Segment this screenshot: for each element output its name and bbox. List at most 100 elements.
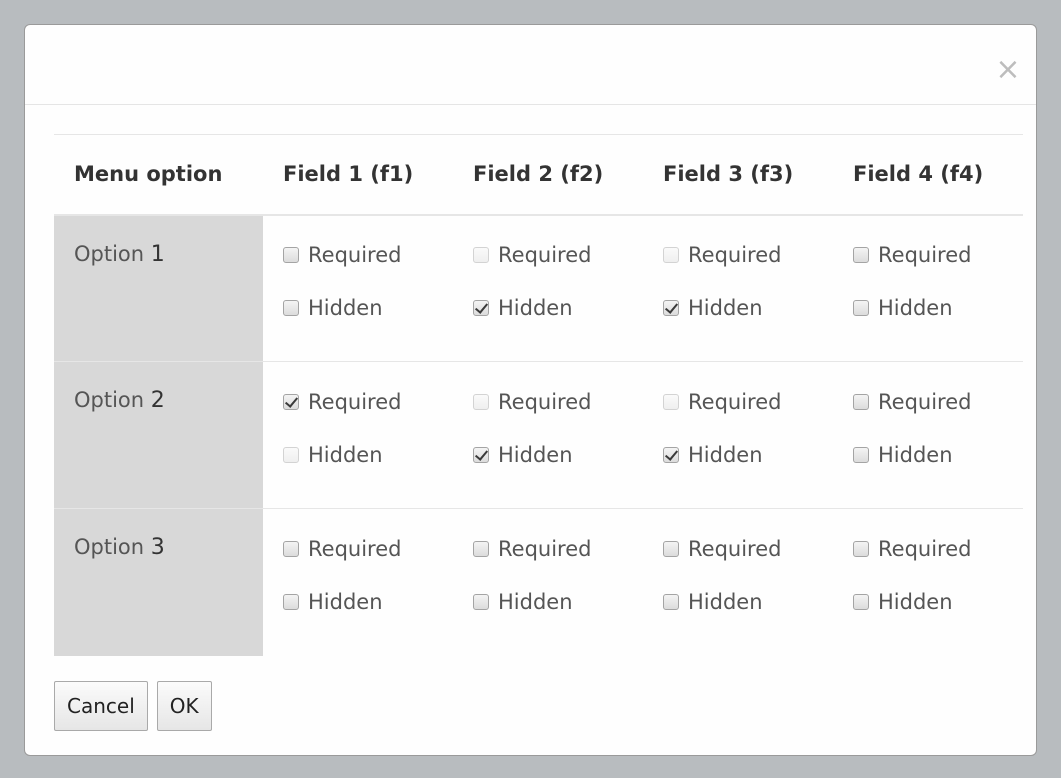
table-row: Option 3 Required Hidden Required Hidden Requ…	[54, 508, 1023, 656]
option-number: 2	[150, 388, 165, 413]
option-prefix: Option	[74, 388, 151, 412]
checkmark-icon[interactable]	[473, 300, 489, 316]
checkbox-icon	[663, 247, 679, 263]
option-number: 1	[150, 241, 165, 267]
hidden-checkbox-field-2[interactable]: Hidden	[473, 428, 643, 481]
hidden-checkbox-field-4[interactable]: Hidden	[853, 428, 1023, 481]
hidden-label: Hidden	[308, 589, 383, 614]
field-4-cell: Required Hidden	[833, 361, 1023, 509]
hidden-label: Hidden	[688, 589, 763, 614]
hidden-label: Hidden	[878, 442, 953, 467]
checkbox-icon	[663, 393, 679, 410]
checkbox-icon[interactable]	[853, 247, 869, 263]
column-header-field-4: Field 4 (f4)	[833, 134, 1023, 216]
table-body: Option 1 Required Hidden Required Hidden Requ…	[54, 214, 1023, 656]
hidden-checkbox-field-1: Hidden	[283, 428, 453, 481]
checkbox-icon[interactable]	[283, 540, 299, 557]
required-checkbox-field-4[interactable]: Required	[853, 522, 1023, 575]
checkmark-icon[interactable]	[663, 300, 679, 316]
column-header-field-2: Field 2 (f2)	[453, 134, 643, 216]
required-label: Required	[498, 243, 592, 267]
field-1-cell: Required Hidden	[263, 508, 453, 656]
required-label: Required	[308, 536, 402, 561]
option-label: Option 3	[74, 535, 263, 560]
option-prefix: Option	[74, 241, 151, 266]
hidden-checkbox-field-4[interactable]: Hidden	[853, 575, 1023, 628]
option-cell: Option 2	[54, 361, 263, 509]
option-cell: Option 1	[54, 214, 263, 362]
checkbox-icon[interactable]	[853, 446, 869, 463]
hidden-label: Hidden	[878, 296, 953, 320]
required-label: Required	[688, 389, 782, 414]
hidden-checkbox-field-1[interactable]: Hidden	[283, 575, 453, 628]
hidden-checkbox-field-3[interactable]: Hidden	[663, 575, 833, 628]
required-checkbox-field-3: Required	[663, 229, 833, 282]
hidden-label: Hidden	[308, 296, 383, 320]
field-3-cell: Required Hidden	[643, 215, 833, 362]
field-4-cell: Required Hidden	[833, 215, 1023, 362]
required-checkbox-field-1[interactable]: Required	[283, 375, 453, 428]
table-header-row: Menu option Field 1 (f1) Field 2 (f2) Fi…	[54, 134, 1023, 216]
checkbox-icon[interactable]	[853, 593, 869, 610]
checkbox-icon	[473, 247, 489, 263]
checkbox-icon[interactable]	[663, 593, 679, 610]
checkbox-icon[interactable]	[853, 393, 869, 410]
required-checkbox-field-4[interactable]: Required	[853, 375, 1023, 428]
checkbox-icon[interactable]	[853, 540, 869, 557]
field-options-table: Menu option Field 1 (f1) Field 2 (f2) Fi…	[54, 134, 1023, 656]
option-cell: Option 3	[54, 508, 263, 656]
required-checkbox-field-3[interactable]: Required	[663, 522, 833, 575]
required-label: Required	[878, 536, 972, 561]
checkbox-icon[interactable]	[473, 593, 489, 610]
required-label: Required	[498, 536, 592, 561]
close-icon[interactable]: ×	[994, 53, 1022, 87]
option-label: Option 2	[74, 388, 263, 413]
hidden-label: Hidden	[498, 442, 573, 467]
checkbox-icon[interactable]	[473, 540, 489, 557]
option-label: Option 1	[74, 242, 263, 267]
option-number: 3	[150, 535, 165, 560]
checkbox-icon[interactable]	[853, 300, 869, 316]
checkbox-icon	[473, 393, 489, 410]
field-3-cell: Required Hidden	[643, 508, 833, 656]
hidden-checkbox-field-4[interactable]: Hidden	[853, 282, 1023, 335]
checkbox-icon[interactable]	[283, 247, 299, 263]
hidden-checkbox-field-2[interactable]: Hidden	[473, 575, 643, 628]
checkmark-icon[interactable]	[473, 446, 489, 463]
required-label: Required	[878, 243, 972, 267]
table-row: Option 2 Required Hidden Required Hidden Requ…	[54, 361, 1023, 509]
required-label: Required	[688, 536, 782, 561]
required-checkbox-field-4[interactable]: Required	[853, 229, 1023, 282]
checkbox-icon[interactable]	[283, 300, 299, 316]
hidden-checkbox-field-2[interactable]: Hidden	[473, 282, 643, 335]
column-header-field-3: Field 3 (f3)	[643, 134, 833, 216]
checkbox-icon[interactable]	[283, 593, 299, 610]
required-label: Required	[498, 389, 592, 414]
field-2-cell: Required Hidden	[453, 215, 643, 362]
required-checkbox-field-2[interactable]: Required	[473, 522, 643, 575]
field-2-cell: Required Hidden	[453, 361, 643, 509]
required-checkbox-field-1[interactable]: Required	[283, 522, 453, 575]
required-label: Required	[308, 243, 402, 267]
required-checkbox-field-2: Required	[473, 375, 643, 428]
hidden-label: Hidden	[688, 442, 763, 467]
required-label: Required	[308, 389, 402, 414]
field-options-dialog: × Menu option Field 1 (f1) Field 2 (f2) …	[24, 24, 1037, 756]
hidden-checkbox-field-3[interactable]: Hidden	[663, 428, 833, 481]
hidden-label: Hidden	[688, 296, 763, 320]
checkbox-icon	[283, 446, 299, 463]
required-checkbox-field-2: Required	[473, 229, 643, 282]
required-checkbox-field-1[interactable]: Required	[283, 229, 453, 282]
checkbox-icon[interactable]	[663, 540, 679, 557]
hidden-checkbox-field-1[interactable]: Hidden	[283, 282, 453, 335]
field-1-cell: Required Hidden	[263, 215, 453, 362]
field-1-cell: Required Hidden	[263, 361, 453, 509]
cancel-button[interactable]: Cancel	[54, 681, 148, 731]
field-3-cell: Required Hidden	[643, 361, 833, 509]
field-4-cell: Required Hidden	[833, 508, 1023, 656]
ok-button[interactable]: OK	[156, 681, 212, 731]
hidden-checkbox-field-3[interactable]: Hidden	[663, 282, 833, 335]
checkmark-icon[interactable]	[663, 446, 679, 463]
dialog-footer: Cancel OK	[54, 681, 212, 731]
checkmark-icon[interactable]	[283, 393, 299, 410]
